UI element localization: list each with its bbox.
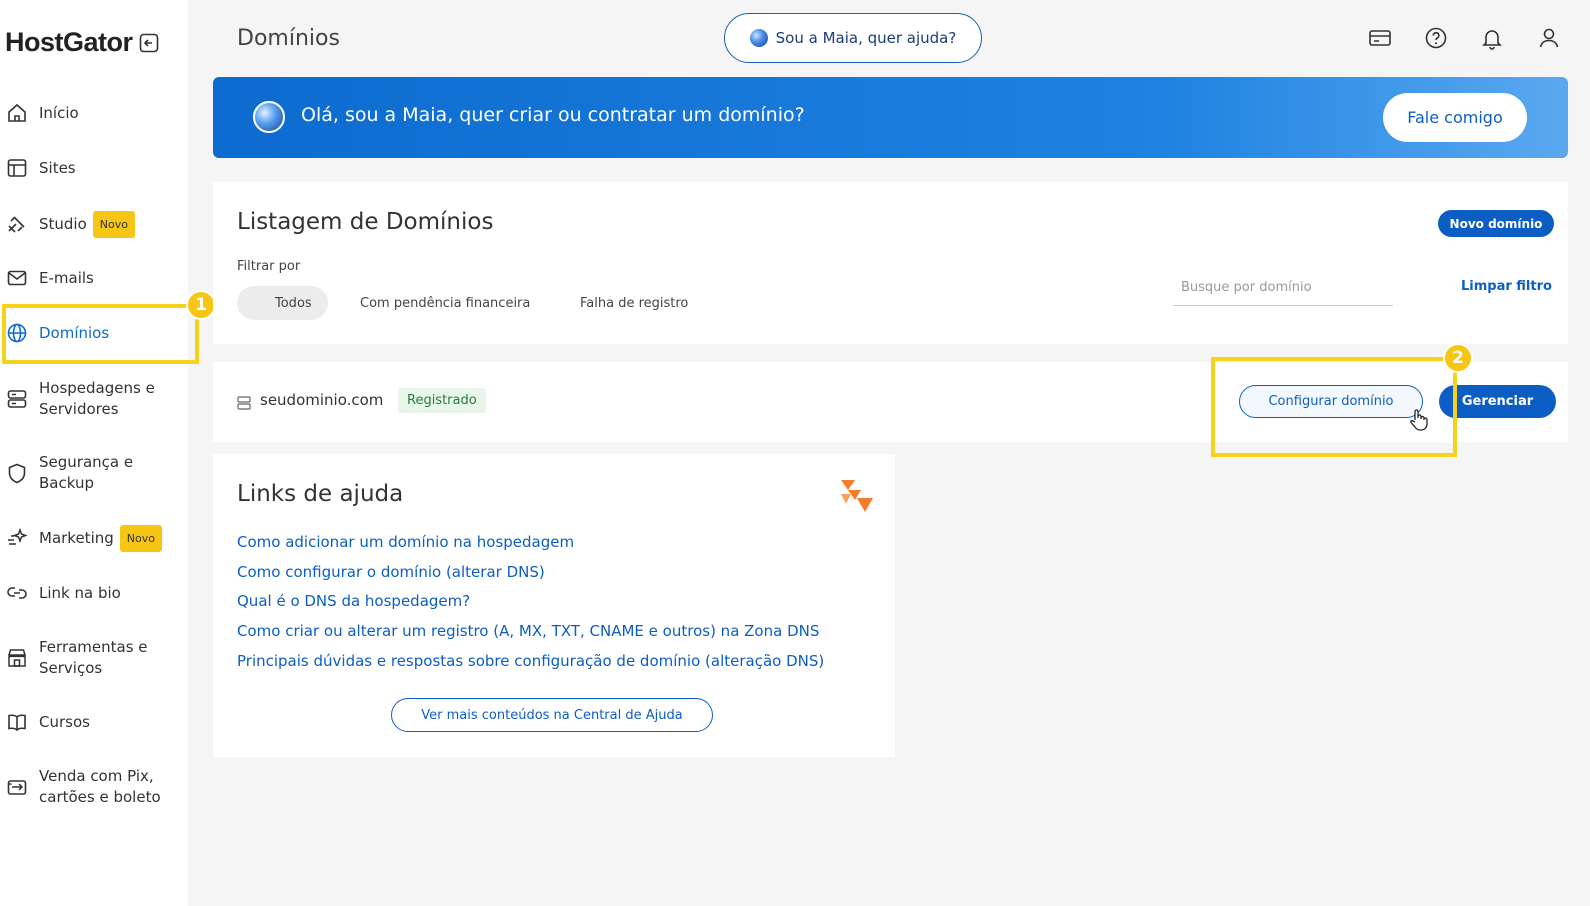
- brand-name: HostGator: [5, 27, 133, 57]
- maia-orb-icon: [253, 101, 285, 133]
- sidebar-item-label: Marketing: [39, 528, 114, 547]
- filter-label: Filtrar por: [237, 259, 301, 274]
- filter-chip-pendencia[interactable]: Com pendência financeira: [360, 286, 530, 320]
- sidebar-item-label: Link na bio: [39, 583, 121, 602]
- domain-name: seudominio.com: [260, 391, 384, 409]
- help-link[interactable]: Como configurar o domínio (alterar DNS): [237, 563, 545, 581]
- listing-title: Listagem de Domínios: [237, 209, 494, 235]
- sidebar-item-emails[interactable]: E-mails: [0, 267, 188, 289]
- sidebar-item-sites[interactable]: Sites: [0, 157, 188, 179]
- domain-search-input[interactable]: Busque por domínio: [1173, 274, 1393, 306]
- hand-cursor-icon: [1409, 408, 1429, 432]
- bell-icon[interactable]: [1479, 25, 1505, 51]
- status-badge: Registrado: [398, 388, 486, 413]
- page-title: Domínios: [237, 26, 340, 51]
- store-icon: [6, 647, 28, 669]
- assistant-button[interactable]: Sou a Maia, quer ajuda?: [724, 13, 982, 63]
- sidebar-item-label: Hospedagens e Servidores: [39, 379, 155, 418]
- logo[interactable]: HostGator: [5, 27, 159, 58]
- step-marker: 1: [186, 290, 216, 320]
- clear-filter-link[interactable]: Limpar filtro: [1461, 279, 1552, 294]
- shield-icon: [6, 462, 28, 484]
- sidebar-item-label: E-mails: [39, 268, 94, 287]
- help-links-card: Links de ajuda Como adicionar um domínio…: [213, 454, 895, 757]
- sidebar-item-studio[interactable]: Studio Novo: [0, 210, 188, 238]
- server-icon: [237, 395, 251, 410]
- sidebar-item-dominios[interactable]: Domínios: [0, 322, 188, 344]
- new-domain-button[interactable]: Novo domínio: [1438, 210, 1554, 237]
- payment-icon: [6, 776, 28, 798]
- help-link[interactable]: Como adicionar um domínio na hospedagem: [237, 533, 574, 551]
- help-title: Links de ajuda: [237, 481, 404, 507]
- user-icon[interactable]: [1536, 25, 1562, 51]
- sidebar-item-venda[interactable]: Venda com Pix, cartões e boleto: [0, 765, 188, 809]
- help-link[interactable]: Como criar ou alterar um registro (A, MX…: [237, 622, 819, 640]
- sidebar-item-label: Início: [39, 103, 79, 122]
- card-icon[interactable]: [1367, 25, 1393, 51]
- sidebar-item-label: Studio: [39, 214, 87, 233]
- maia-banner: Olá, sou a Maia, quer criar ou contratar…: [213, 77, 1568, 158]
- sidebar: HostGator Início Sites Studio Novo E-mail…: [0, 0, 216, 906]
- sidebar-item-inicio[interactable]: Início: [0, 102, 188, 124]
- sidebar-item-label: Sites: [39, 158, 76, 177]
- new-badge: Novo: [119, 524, 162, 552]
- collapse-sidebar-icon[interactable]: [139, 33, 159, 53]
- layout-icon: [6, 157, 28, 179]
- sidebar-item-hospedagens[interactable]: Hospedagens e Servidores: [0, 377, 188, 421]
- sparkle-icon: [6, 527, 28, 549]
- filter-chip-todos[interactable]: Todos: [237, 286, 328, 320]
- banner-text: Olá, sou a Maia, quer criar ou contratar…: [301, 104, 805, 126]
- domain-row: seudominio.com Registrado Configurar dom…: [213, 362, 1568, 442]
- sidebar-item-label: Venda com Pix, cartões e boleto: [39, 767, 161, 806]
- step-marker: 2: [1443, 343, 1473, 373]
- sidebar-item-seguranca[interactable]: Segurança e Backup: [0, 451, 188, 495]
- fale-comigo-button[interactable]: Fale comigo: [1383, 93, 1527, 142]
- globe-icon: [6, 322, 28, 344]
- sidebar-item-label: Ferramentas e Serviços: [39, 638, 148, 677]
- home-icon: [6, 102, 28, 124]
- brand-logo-icon: [839, 478, 875, 514]
- sidebar-item-ferramentas[interactable]: Ferramentas e Serviços: [0, 636, 188, 680]
- manage-button[interactable]: Gerenciar: [1439, 385, 1556, 418]
- help-center-button[interactable]: Ver mais conteúdos na Central de Ajuda: [391, 698, 713, 732]
- studio-icon: [6, 213, 28, 235]
- server-icon: [6, 388, 28, 410]
- help-link[interactable]: Qual é o DNS da hospedagem?: [237, 592, 470, 610]
- sidebar-item-marketing[interactable]: Marketing Novo: [0, 524, 188, 552]
- configure-domain-button[interactable]: Configurar domínio: [1239, 385, 1423, 418]
- assistant-label: Sou a Maia, quer ajuda?: [775, 29, 957, 47]
- mail-icon: [6, 267, 28, 289]
- sidebar-item-cursos[interactable]: Cursos: [0, 711, 188, 733]
- sidebar-item-label: Segurança e Backup: [39, 453, 134, 492]
- maia-orb-icon: [749, 29, 768, 47]
- link-icon: [6, 582, 28, 604]
- new-badge: Novo: [92, 210, 135, 238]
- sidebar-item-label: Cursos: [39, 712, 90, 731]
- sidebar-item-link-na-bio[interactable]: Link na bio: [0, 582, 188, 604]
- help-link[interactable]: Principais dúvidas e respostas sobre con…: [237, 652, 824, 670]
- book-icon: [6, 711, 28, 733]
- domain-listing-card: Listagem de Domínios Novo domínio Filtra…: [213, 182, 1568, 344]
- help-icon[interactable]: [1423, 25, 1449, 51]
- filter-chip-falha[interactable]: Falha de registro: [580, 286, 688, 320]
- sidebar-item-label: Domínios: [39, 323, 110, 342]
